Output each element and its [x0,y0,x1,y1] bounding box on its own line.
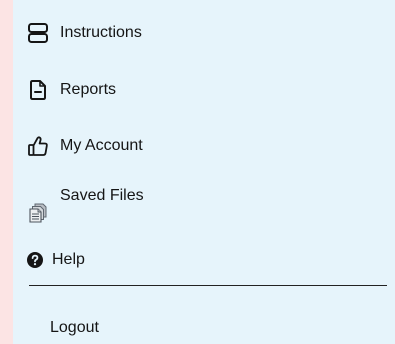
menu-item-label: Instructions [60,24,142,41]
side-menu: Instructions Reports My Account Saved Fi… [13,0,395,344]
menu-divider [29,285,387,286]
menu-item-help[interactable]: Help [27,250,85,270]
thumbs-up-icon [27,135,49,157]
question-circle-icon [27,252,43,268]
logout-link[interactable]: Logout [50,318,99,338]
menu-item-reports[interactable]: Reports [27,79,116,101]
menu-item-saved-files[interactable]: Saved Files [27,186,144,224]
files-stack-icon [27,202,49,224]
menu-item-label: My Account [60,137,143,154]
document-minus-icon [27,79,49,101]
menu-item-label: Help [52,251,85,268]
server-icon [27,22,49,44]
menu-item-my-account[interactable]: My Account [27,135,143,157]
menu-item-instructions[interactable]: Instructions [27,22,142,44]
menu-item-label: Saved Files [60,187,144,204]
menu-item-label: Reports [60,81,117,98]
